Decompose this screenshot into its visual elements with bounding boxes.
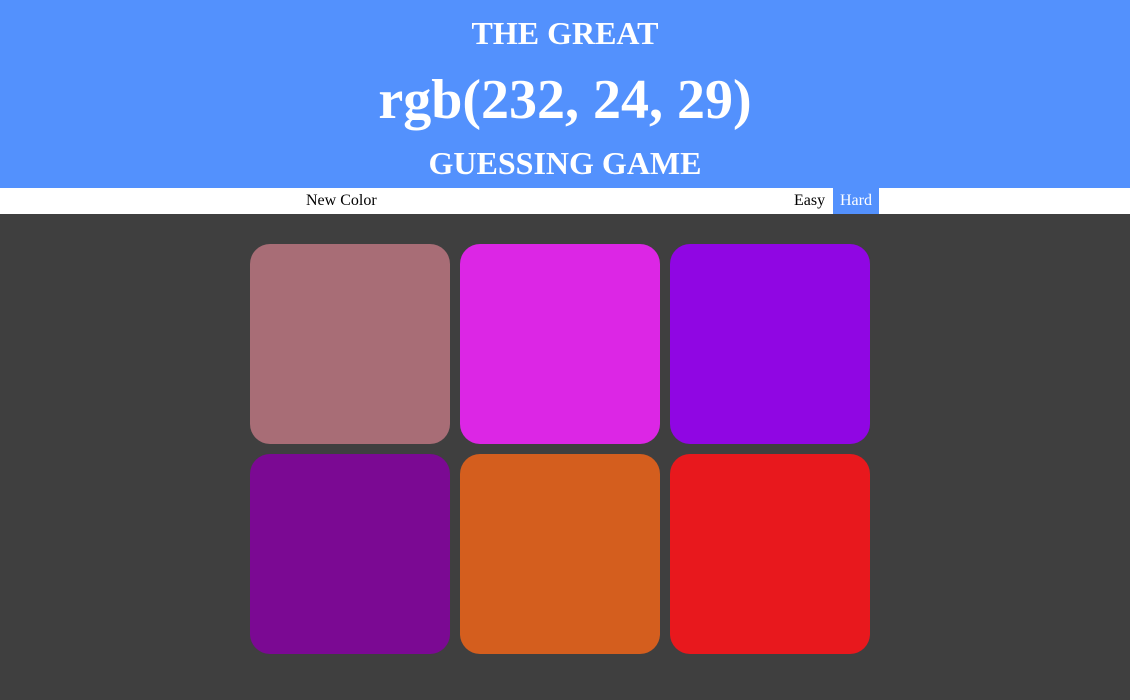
easy-mode-button[interactable]: Easy <box>787 188 833 214</box>
color-square[interactable] <box>460 244 660 444</box>
squares-container <box>0 214 1130 700</box>
title-top: THE GREAT <box>471 15 659 51</box>
header: THE GREAT rgb(232, 24, 29) GUESSING GAME <box>0 0 1130 188</box>
hard-mode-button[interactable]: Hard <box>833 188 879 214</box>
color-square[interactable] <box>250 244 450 444</box>
rgb-display: rgb(232, 24, 29) <box>378 69 752 131</box>
color-square[interactable] <box>460 454 660 654</box>
color-square[interactable] <box>250 454 450 654</box>
color-square[interactable] <box>670 454 870 654</box>
color-square[interactable] <box>670 244 870 444</box>
title-bottom: GUESSING GAME <box>428 145 702 181</box>
control-stripe: New Color Easy Hard <box>0 188 1130 214</box>
new-color-button[interactable]: New Color <box>299 188 384 214</box>
